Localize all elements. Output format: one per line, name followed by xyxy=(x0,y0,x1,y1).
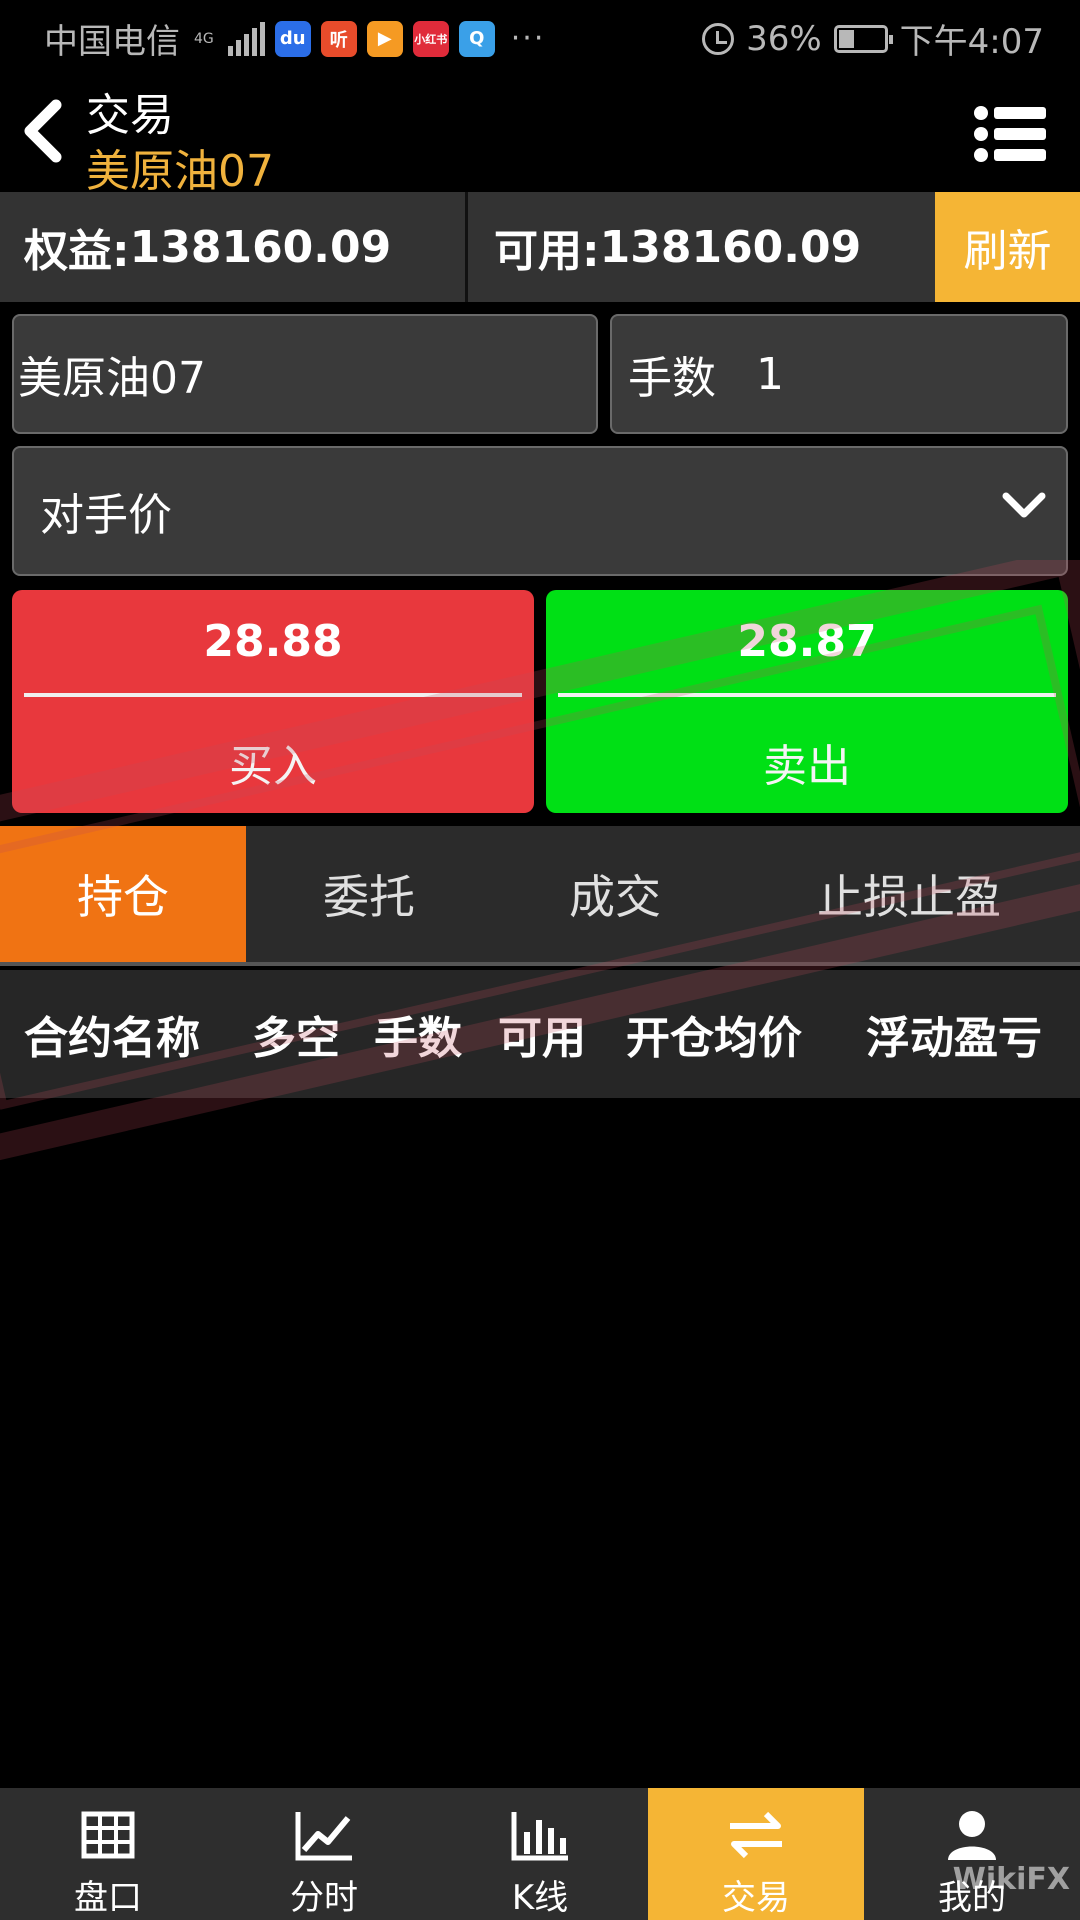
nav-label: 交易 xyxy=(722,1878,790,1918)
nav-item-market[interactable]: 盘口 xyxy=(0,1788,216,1920)
video-app-icon: ▶ xyxy=(366,20,403,57)
back-arrow-icon[interactable] xyxy=(16,99,68,163)
wikifx-watermark: WikiFX xyxy=(952,1862,1070,1897)
positions-table-header: 合约名称 多空 手数 可用 开仓均价 浮动盈亏 xyxy=(0,970,1080,1098)
menu-list-icon[interactable] xyxy=(974,105,1046,163)
column-available: 可用 xyxy=(498,1013,586,1064)
nav-label: 分时 xyxy=(290,1878,358,1918)
app-header: 交易 美原油07 xyxy=(0,75,1080,197)
more-notifications-icon: ··· xyxy=(510,21,546,56)
buy-button[interactable]: 28.88 买入 xyxy=(12,590,534,813)
refresh-button[interactable]: 刷新 xyxy=(935,192,1080,302)
equity-value: 138160.09 xyxy=(129,221,392,273)
status-right: 36% 下午4:07 xyxy=(702,14,1044,63)
bar-chart-icon xyxy=(511,1812,568,1861)
available-value: 138160.09 xyxy=(599,221,862,273)
available-label: 可用: xyxy=(494,226,600,277)
user-icon xyxy=(948,1811,996,1860)
tab-orders[interactable]: 委托 xyxy=(246,826,492,962)
baidu-app-icon: du xyxy=(274,20,311,57)
lots-input[interactable]: 手数 1 xyxy=(610,314,1068,434)
status-left: 中国电信 4G du 听 ▶ 小红书 Q ··· xyxy=(44,14,545,63)
swap-icon xyxy=(730,1811,782,1859)
nav-item-kline[interactable]: K线 xyxy=(432,1788,648,1920)
listen-app-icon: 听 xyxy=(320,20,357,57)
battery-icon xyxy=(833,24,893,53)
tab-stop-loss[interactable]: 止损止盈 xyxy=(738,826,1080,962)
available-display: 可用: 138160.09 xyxy=(494,192,861,302)
network-type: 4G xyxy=(194,30,214,47)
sell-label: 卖出 xyxy=(763,741,851,792)
page-title: 交易 xyxy=(86,90,174,141)
signal-icon xyxy=(227,21,265,56)
divider xyxy=(558,693,1056,697)
divider xyxy=(24,693,522,697)
equity-display: 权益: 138160.09 xyxy=(24,192,391,302)
chevron-down-icon xyxy=(1002,492,1046,518)
nav-item-timeshare[interactable]: 分时 xyxy=(216,1788,432,1920)
tab-positions[interactable]: 持仓 xyxy=(0,826,246,962)
sell-button[interactable]: 28.87 卖出 xyxy=(546,590,1068,813)
clock-time: 下午4:07 xyxy=(899,22,1044,62)
contract-value: 美原油07 xyxy=(18,353,206,404)
column-direction: 多空 xyxy=(252,1013,340,1064)
contract-selector[interactable]: 美原油07 xyxy=(12,314,598,434)
nav-label: K线 xyxy=(511,1878,569,1918)
contract-subtitle: 美原油07 xyxy=(86,146,274,197)
nav-item-trade[interactable]: 交易 xyxy=(648,1788,864,1920)
buy-label: 买入 xyxy=(229,741,317,792)
qq-app-icon: Q xyxy=(458,20,495,57)
status-bar: 中国电信 4G du 听 ▶ 小红书 Q ··· 36% 下午4:07 xyxy=(0,0,1080,75)
grid-icon xyxy=(81,1811,135,1859)
account-summary-bar: 权益: 138160.09 可用: 138160.09 刷新 xyxy=(0,192,1080,302)
column-contract-name: 合约名称 xyxy=(24,1013,200,1064)
carrier-name: 中国电信 xyxy=(44,22,180,62)
nav-item-profile[interactable]: 我的 xyxy=(864,1788,1080,1920)
tab-trades[interactable]: 成交 xyxy=(492,826,738,962)
sell-price: 28.87 xyxy=(737,616,877,667)
lots-label: 手数 xyxy=(628,353,716,404)
divider xyxy=(465,192,468,302)
position-tabs: 持仓 委托 成交 止损止盈 xyxy=(0,826,1080,966)
buy-price: 28.88 xyxy=(203,616,343,667)
column-lots: 手数 xyxy=(374,1013,462,1064)
battery-percent: 36% xyxy=(746,18,822,59)
line-chart-icon xyxy=(295,1812,352,1861)
alarm-icon xyxy=(702,22,735,55)
bottom-navigation: 盘口 分时 K线 交易 我的 xyxy=(0,1788,1080,1920)
nav-label: 盘口 xyxy=(74,1878,142,1918)
equity-label: 权益: xyxy=(24,226,130,277)
column-floating-pnl: 浮动盈亏 xyxy=(866,1013,1042,1064)
lots-value: 1 xyxy=(756,348,784,400)
price-type-dropdown[interactable]: 对手价 xyxy=(12,446,1068,576)
column-open-avg-price: 开仓均价 xyxy=(626,1013,802,1064)
xiaohongshu-app-icon: 小红书 xyxy=(412,20,449,57)
price-type-value: 对手价 xyxy=(40,490,172,541)
